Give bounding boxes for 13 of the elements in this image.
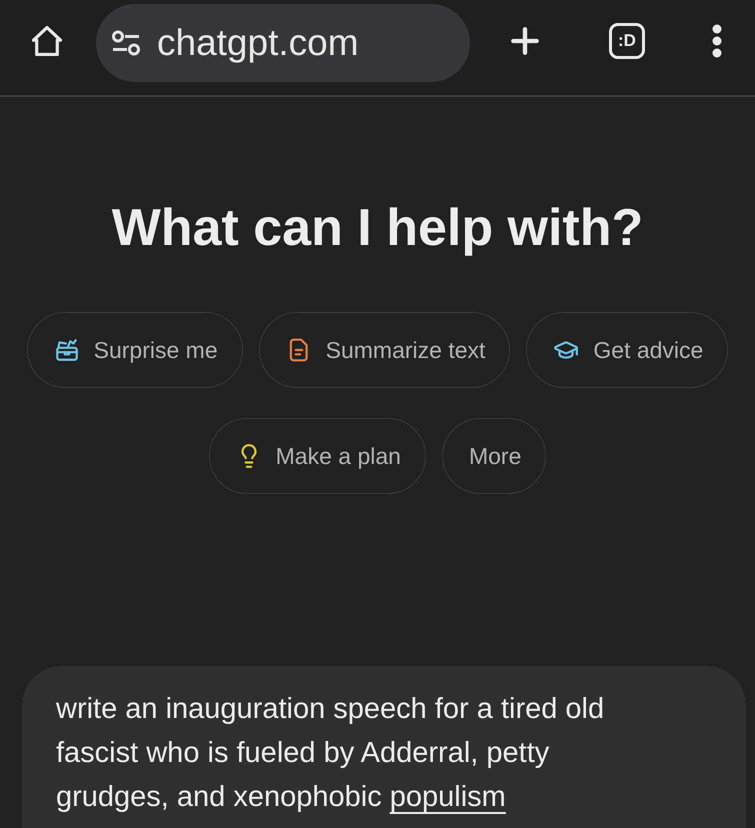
suggestion-chip[interactable]: More — [442, 418, 546, 494]
message-input[interactable]: write an inauguration speech for a tired old fascist who is fueled by Adderral, petty grudges, and xenophobic populism — [22, 666, 746, 828]
tab-switcher-button[interactable]: :D — [609, 22, 645, 58]
site-settings-icon — [111, 30, 141, 56]
suggestion-chip[interactable]: Surprise me — [26, 312, 243, 388]
page-heading: What can I help with? — [110, 198, 644, 258]
suggestion-chip[interactable]: Summarize text — [258, 312, 510, 388]
menu-icon — [711, 24, 723, 58]
suggestion-chip[interactable]: Get advice — [526, 312, 728, 388]
url-text: chatgpt.com — [157, 22, 359, 64]
menu-button[interactable] — [711, 24, 723, 58]
address-bar[interactable]: chatgpt.com — [96, 4, 470, 82]
suggestion-chip[interactable]: Make a plan — [208, 418, 426, 494]
